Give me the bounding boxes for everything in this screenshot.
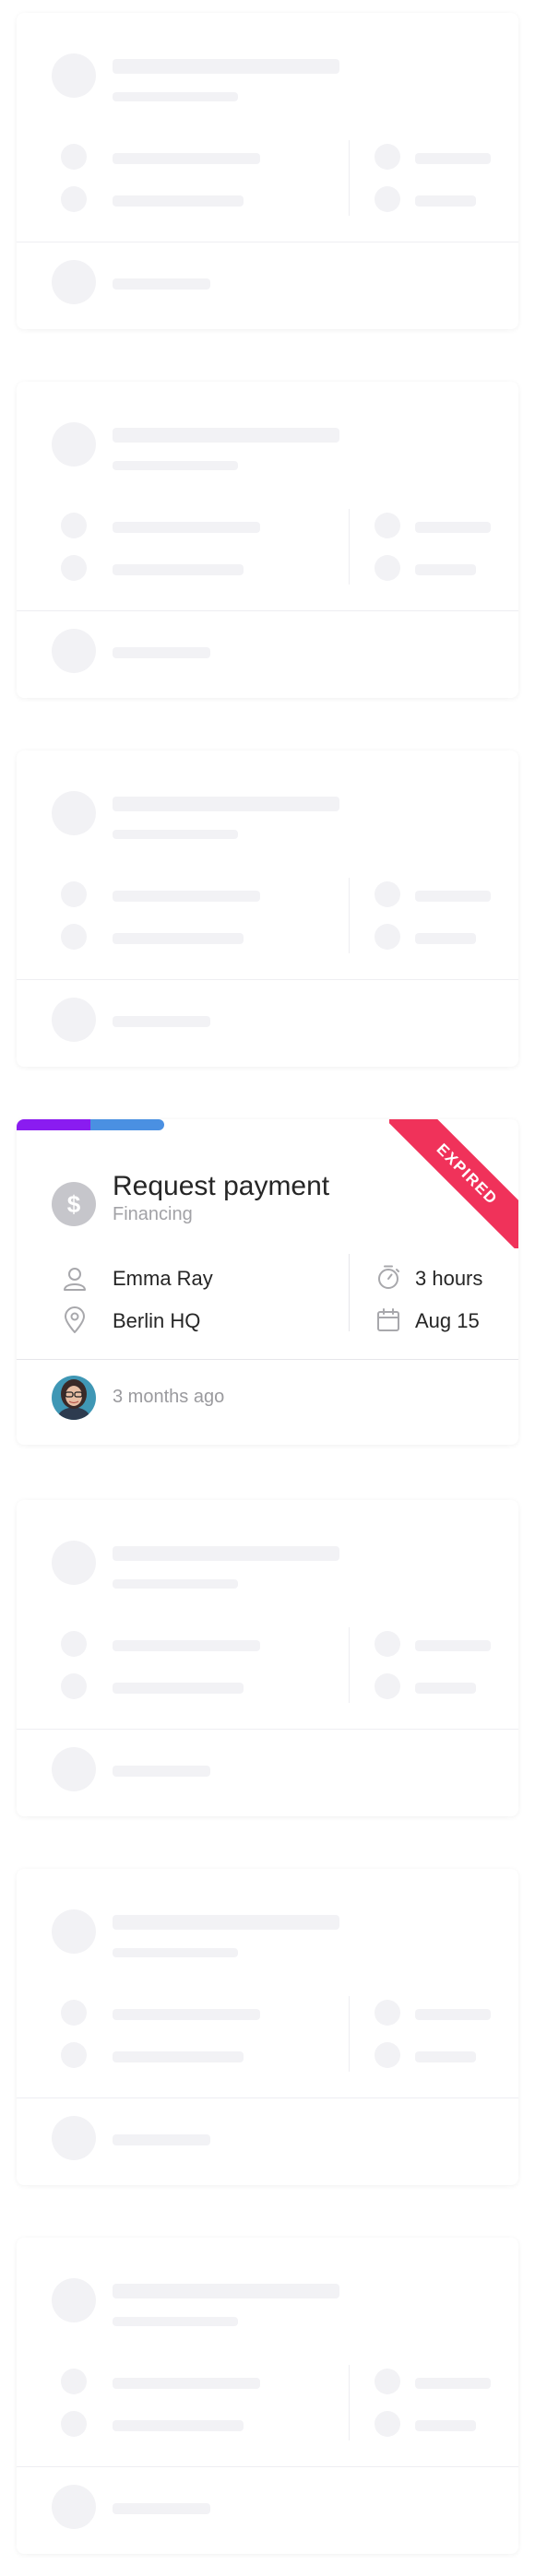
skeleton-card xyxy=(17,750,518,1067)
assignee-name: Emma Ray xyxy=(113,1267,213,1290)
calendar-icon xyxy=(377,1308,399,1331)
user-icon xyxy=(64,1268,86,1291)
skeleton-card xyxy=(17,1500,518,1816)
task-title: Request payment xyxy=(113,1171,330,1201)
updated-time: 3 months ago xyxy=(113,1387,225,1407)
due-date: Aug 15 xyxy=(415,1309,480,1332)
location-name: Berlin HQ xyxy=(113,1309,201,1332)
status-ribbon: EXPIRED xyxy=(389,1119,518,1248)
skeleton-card xyxy=(17,2238,518,2554)
task-list: EXPIRED $ Request payment Financing Emma… xyxy=(0,0,535,2576)
progress-segment xyxy=(17,1119,90,1130)
card-footer-divider xyxy=(17,1359,518,1360)
stopwatch-icon xyxy=(378,1265,399,1289)
skeleton-card xyxy=(17,382,518,698)
avatar[interactable] xyxy=(52,1376,96,1420)
dollar-icon: $ xyxy=(52,1182,96,1226)
meta-divider xyxy=(349,1254,350,1331)
status-ribbon-label: EXPIRED xyxy=(389,1119,518,1248)
task-category: Financing xyxy=(113,1204,193,1224)
progress-segment xyxy=(90,1119,164,1130)
location-pin-icon xyxy=(65,1306,85,1333)
duration-value: 3 hours xyxy=(415,1267,483,1290)
progress-bar xyxy=(17,1119,164,1130)
skeleton-card xyxy=(17,13,518,329)
skeleton-card xyxy=(17,1869,518,2185)
task-card[interactable]: EXPIRED $ Request payment Financing Emma… xyxy=(17,1119,518,1445)
